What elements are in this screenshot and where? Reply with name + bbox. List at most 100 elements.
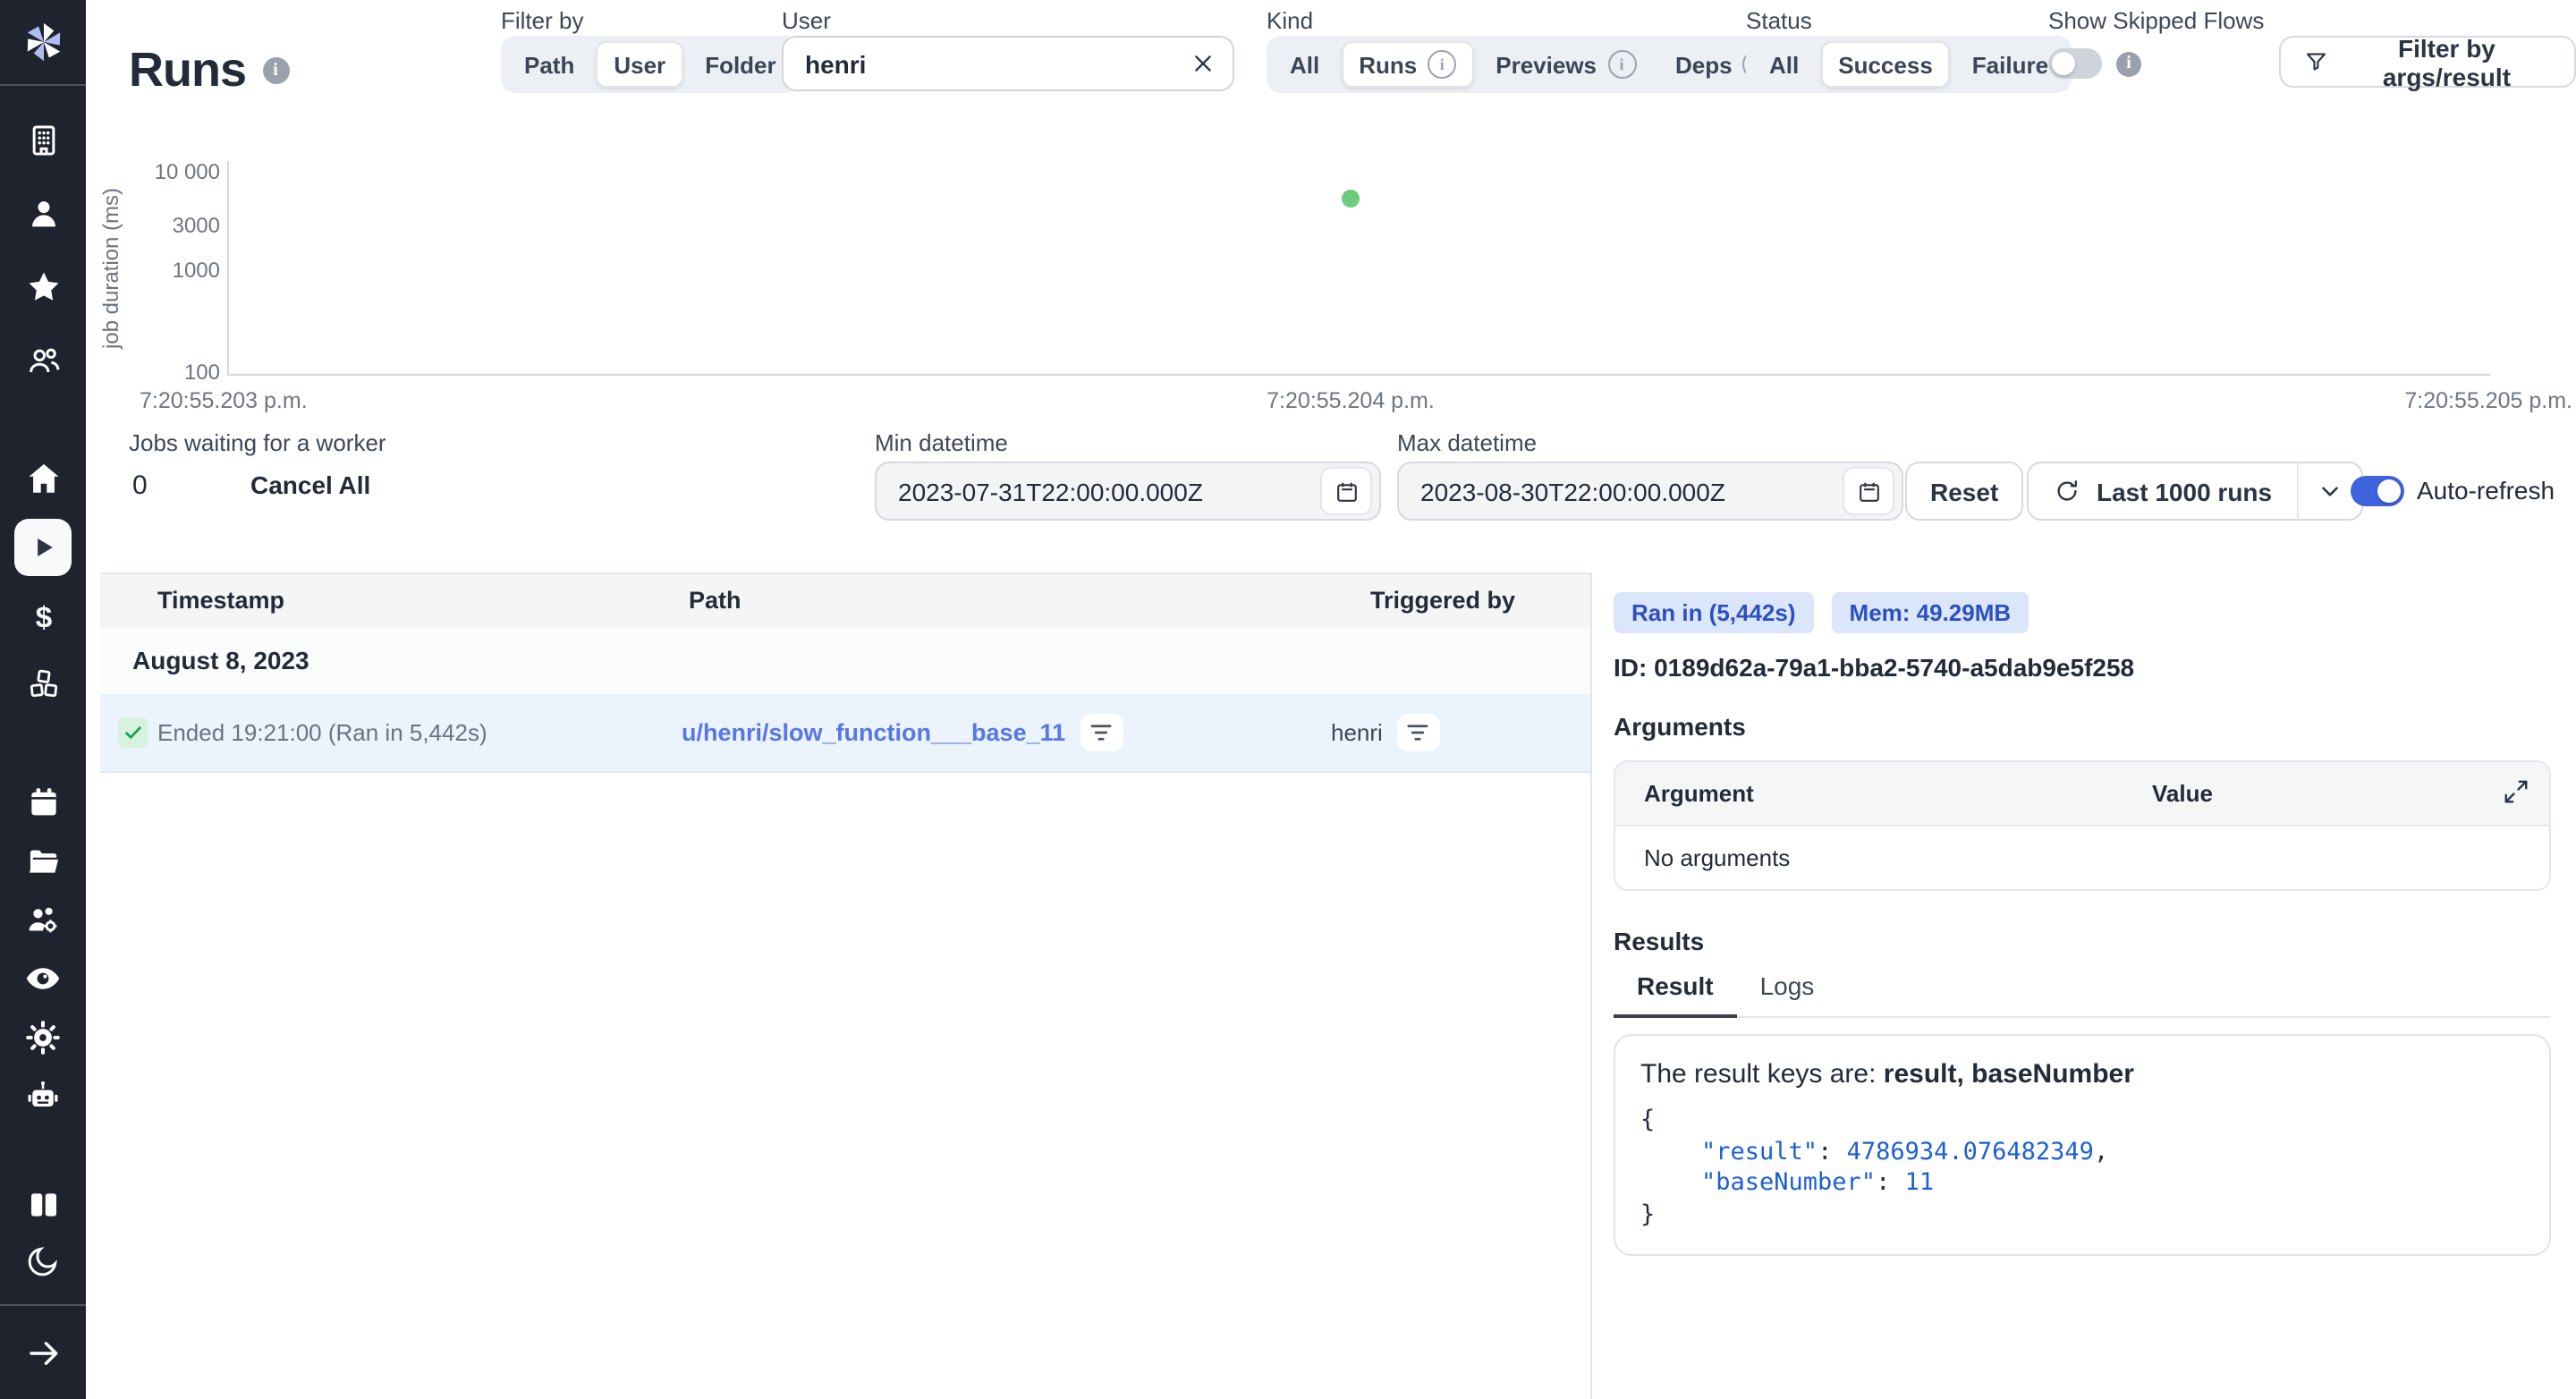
max-datetime-label: Max datetime: [1397, 429, 1537, 456]
arguments-title: Arguments: [1614, 712, 1746, 741]
svg-text:$: $: [35, 601, 52, 634]
kind-all-button[interactable]: All: [1272, 41, 1337, 88]
status-segmented: All Success Failure: [1746, 36, 2072, 93]
json-line-result: "result": 4786934.076482349,: [1640, 1137, 2524, 1168]
filter-by-path-button[interactable]: Path: [506, 41, 592, 88]
book-icon: [24, 1185, 62, 1223]
date-group-row: August 8, 2023: [100, 628, 1590, 696]
star-icon: [24, 267, 62, 305]
sidebar-item-settings[interactable]: [14, 1013, 72, 1063]
min-datetime-value[interactable]: 2023-07-31T22:00:00.000Z: [898, 477, 1320, 505]
show-skipped-flows-info-icon[interactable]: [2116, 51, 2141, 76]
sidebar-item-home[interactable]: [14, 453, 72, 503]
building-icon: [24, 121, 62, 158]
sidebar-item-groups-admin[interactable]: [14, 895, 72, 945]
previews-kind-info-icon[interactable]: [1607, 50, 1636, 79]
x-tick-center: 7:20:55.204 p.m.: [1172, 388, 1530, 413]
status-all-button[interactable]: All: [1751, 41, 1817, 88]
run-id: ID: 0189d62a-79a1-bba2-5740-a5dab9e5f258: [1614, 653, 2134, 682]
memory-badge: Mem: 49.29MB: [1832, 592, 2029, 633]
show-skipped-flows-toggle[interactable]: [2048, 48, 2102, 79]
run-path-link[interactable]: u/henri/slow_function___base_11: [682, 719, 1065, 746]
filter-by-path-chip[interactable]: [1080, 714, 1123, 751]
windmill-logo[interactable]: [0, 0, 86, 84]
status-success-button[interactable]: Success: [1820, 41, 1951, 88]
run-row-selected[interactable]: Ended 19:21:00 (Ran in 5,442s) u/henri/s…: [100, 694, 1590, 773]
kind-segmented: All Runs Previews Deps: [1267, 36, 1795, 93]
sidebar-expand-button[interactable]: [14, 1327, 72, 1378]
auto-refresh-toggle[interactable]: [2351, 476, 2404, 506]
y-tick-3000: 3000: [113, 213, 220, 238]
max-datetime-calendar-button[interactable]: [1843, 467, 1894, 515]
gear-icon: [23, 1018, 63, 1057]
user-group-gear-icon: [23, 900, 63, 939]
min-datetime-calendar-button[interactable]: [1320, 467, 1372, 515]
sidebar-item-resources[interactable]: [14, 658, 72, 708]
min-datetime-label: Min datetime: [875, 429, 1008, 456]
user-filter-label: User: [782, 7, 831, 34]
sidebar-item-dark-mode[interactable]: [14, 1236, 72, 1286]
max-datetime-value[interactable]: 2023-08-30T22:00:00.000Z: [1420, 477, 1843, 505]
filter-lines-icon: [1407, 723, 1430, 742]
sidebar-item-workspace[interactable]: [14, 114, 72, 165]
sidebar: $: [0, 0, 86, 1399]
sidebar-item-favorites[interactable]: [14, 261, 72, 311]
result-summary: The result keys are: result, baseNumber: [1640, 1059, 2524, 1090]
screenshot-viewport: $: [0, 0, 2576, 1399]
tab-result[interactable]: Result: [1614, 971, 1737, 1018]
funnel-icon: [2304, 48, 2328, 75]
success-check-icon: [118, 717, 148, 748]
robot-icon: [23, 1077, 63, 1116]
kind-runs-button[interactable]: Runs: [1341, 41, 1474, 88]
json-line-basenumber: "baseNumber": 11: [1640, 1168, 2524, 1200]
arguments-table: Argument Value No arguments: [1614, 760, 2551, 891]
calendar-small-icon: [1856, 479, 1881, 504]
windmill-pinwheel-icon: [19, 18, 67, 66]
home-icon: [24, 459, 62, 496]
filter-by-folder-button[interactable]: Folder: [687, 41, 793, 88]
tab-logs[interactable]: Logs: [1737, 971, 1838, 1018]
reset-button[interactable]: Reset: [1905, 462, 2023, 521]
min-datetime-field[interactable]: 2023-07-31T22:00:00.000Z: [875, 462, 1381, 521]
sidebar-divider: [0, 84, 86, 86]
sidebar-item-user[interactable]: [14, 188, 72, 238]
sidebar-item-workers[interactable]: [14, 1072, 72, 1122]
chart-data-point-success[interactable]: [1342, 190, 1360, 208]
kind-label: Kind: [1267, 7, 1313, 34]
result-box: The result keys are: result, baseNumber …: [1614, 1034, 2551, 1256]
results-tabs: Result Logs: [1614, 971, 2551, 1018]
cancel-all-button[interactable]: Cancel All: [250, 471, 370, 499]
filter-by-user-chip[interactable]: [1397, 714, 1440, 751]
chart-y-axis-line: [227, 161, 229, 376]
filter-by-args-result-button[interactable]: Filter by args/result: [2279, 36, 2576, 88]
user-filter-input[interactable]: [801, 47, 1191, 80]
sidebar-item-runs-active[interactable]: [14, 519, 72, 576]
runs-kind-info-icon[interactable]: [1428, 50, 1456, 79]
show-skipped-flows-label: Show Skipped Flows: [2048, 7, 2264, 34]
run-triggered-by: henri: [1331, 719, 1383, 746]
kind-previews-button[interactable]: Previews: [1478, 41, 1654, 88]
y-tick-100: 100: [113, 360, 220, 385]
windmill-runs-page: $: [0, 0, 2576, 1399]
user-icon: [24, 194, 62, 232]
sidebar-item-users-groups[interactable]: [14, 335, 72, 385]
sidebar-item-docs[interactable]: [14, 1179, 72, 1229]
sidebar-item-folders[interactable]: [14, 835, 72, 886]
max-datetime-field[interactable]: 2023-08-30T22:00:00.000Z: [1397, 462, 1903, 521]
sidebar-item-variables[interactable]: $: [14, 592, 72, 642]
filter-by-user-button[interactable]: User: [596, 41, 683, 88]
results-title: Results: [1614, 927, 1704, 955]
eye-icon: [23, 959, 63, 998]
sidebar-item-audit-logs[interactable]: [14, 954, 72, 1004]
dollar-icon: $: [24, 598, 62, 636]
last-1000-runs-button[interactable]: Last 1000 runs: [2029, 463, 2297, 519]
filter-lines-icon: [1089, 723, 1113, 742]
expand-arguments-button[interactable]: [2503, 778, 2529, 814]
sidebar-item-schedules[interactable]: [14, 776, 72, 827]
runs-info-icon[interactable]: [262, 57, 289, 84]
jobs-waiting-label: Jobs waiting for a worker: [129, 429, 386, 456]
run-timestamp: Ended 19:21:00 (Ran in 5,442s): [157, 719, 487, 746]
calendar-small-icon: [1334, 479, 1359, 504]
clear-x-icon[interactable]: [1191, 52, 1215, 75]
page-title: Runs: [129, 43, 246, 98]
